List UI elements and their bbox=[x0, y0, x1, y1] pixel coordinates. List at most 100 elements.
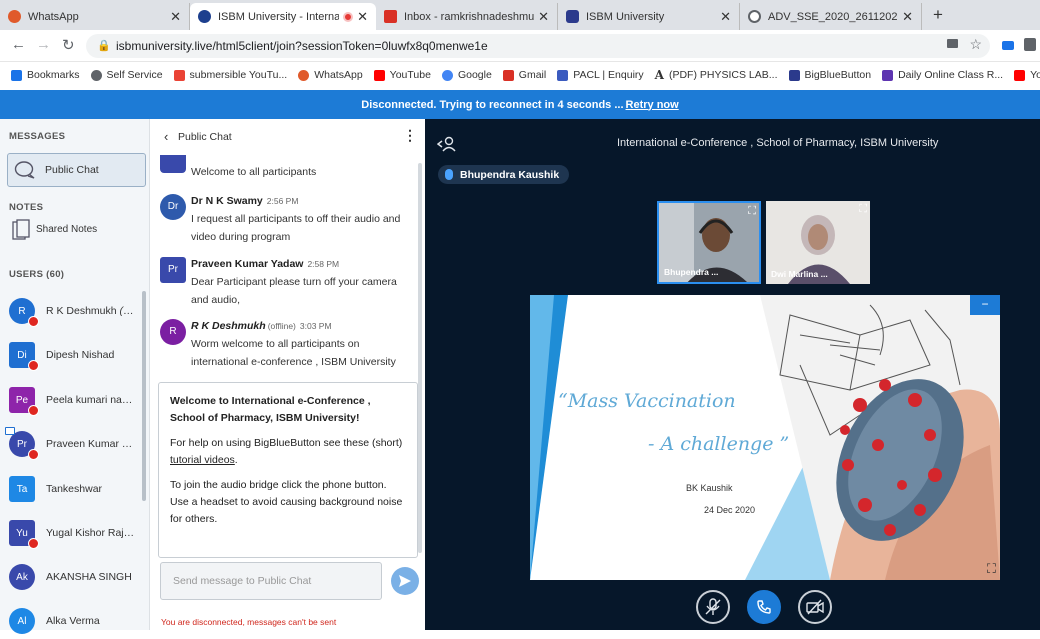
fullscreen-icon[interactable]: ⛶ bbox=[987, 561, 996, 577]
chevron-left-icon[interactable]: ‹ bbox=[164, 129, 168, 144]
close-icon[interactable]: ✕ bbox=[720, 9, 731, 25]
shared-notes-label: Shared Notes bbox=[36, 224, 98, 235]
user-name: Praveen Kumar Yad... bbox=[46, 438, 138, 450]
puzzle-icon[interactable] bbox=[1024, 38, 1036, 51]
extension-icon[interactable] bbox=[1002, 41, 1014, 50]
user-list-toggle-icon[interactable] bbox=[437, 135, 457, 153]
offline-status: (offline) bbox=[267, 321, 296, 331]
bookmark-whatsapp[interactable]: WhatsApp bbox=[298, 69, 363, 81]
leave-audio-button[interactable] bbox=[747, 590, 781, 624]
chat-scrollbar[interactable] bbox=[418, 163, 422, 553]
public-chat-button[interactable]: Public Chat bbox=[7, 153, 146, 187]
shield-icon bbox=[788, 69, 800, 81]
user-item[interactable]: R R K Deshmukh (You) bbox=[9, 293, 147, 329]
tutorial-videos-link[interactable]: tutorial videos bbox=[170, 454, 235, 466]
message-text: Dear Participant please turn off your ca… bbox=[191, 276, 397, 306]
user-name: Tankeshwar bbox=[46, 483, 103, 495]
bookmark-youtube-2[interactable]: YouT bbox=[1014, 69, 1040, 81]
user-list-panel: MESSAGES Public Chat NOTES Shared Notes … bbox=[0, 119, 150, 634]
help-text: For help on using BigBlueButton see thes… bbox=[170, 437, 403, 449]
minimize-presentation-button[interactable]: − bbox=[970, 295, 1000, 315]
muted-mic-icon bbox=[28, 449, 39, 460]
more-options-icon[interactable]: ⋮ bbox=[403, 127, 417, 144]
camera-icon[interactable] bbox=[947, 39, 958, 48]
tab-whatsapp[interactable]: WhatsApp ✕ bbox=[0, 3, 190, 30]
tab-isbm-university-conference[interactable]: ISBM University - Internat ✕ bbox=[190, 3, 376, 30]
new-tab-icon[interactable]: + bbox=[933, 5, 943, 25]
avatar: Ta bbox=[9, 476, 35, 502]
slide-title-line2: - A challenge ” bbox=[648, 433, 790, 455]
avatar: R bbox=[9, 298, 39, 327]
bookmark-label: BigBlueButton bbox=[804, 69, 872, 81]
muted-mic-icon bbox=[28, 405, 39, 416]
avatar: R bbox=[160, 319, 186, 345]
tab-gmail-inbox[interactable]: Inbox - ramkrishnadeshmukh ✕ bbox=[376, 3, 558, 30]
star-icon[interactable]: ☆ bbox=[969, 36, 982, 53]
close-icon[interactable]: ✕ bbox=[538, 9, 549, 25]
disconnected-warning: You are disconnected, messages can't be … bbox=[161, 617, 337, 627]
bookmark-daily-online-class[interactable]: Daily Online Class R... bbox=[882, 69, 1003, 81]
message-text: Worm welcome to all participants on inte… bbox=[191, 338, 396, 368]
fullscreen-icon[interactable]: ⛶ bbox=[859, 203, 867, 216]
bookmark-physics-lab[interactable]: A (PDF) PHYSICS LAB... bbox=[655, 68, 778, 82]
bookmark-label: YouTube bbox=[389, 69, 431, 81]
bookmark-label: YouT bbox=[1030, 69, 1040, 81]
messages-heading: MESSAGES bbox=[9, 131, 66, 142]
youtube-icon bbox=[373, 69, 385, 81]
bookmark-google[interactable]: Google bbox=[441, 69, 492, 81]
muted-mic-icon bbox=[28, 538, 39, 549]
user-name-text: R K Deshmukh bbox=[46, 305, 117, 317]
tab-title: WhatsApp bbox=[28, 10, 79, 23]
bookmark-bookmarks[interactable]: Bookmarks bbox=[11, 69, 80, 81]
close-icon[interactable]: ✕ bbox=[170, 9, 181, 25]
bookmark-pacl[interactable]: PACL | Enquiry bbox=[557, 69, 644, 81]
bookmark-label: WhatsApp bbox=[314, 69, 363, 81]
user-item[interactable]: Al Alka Verma bbox=[9, 603, 147, 639]
user-item[interactable]: Di Dipesh Nishad bbox=[9, 337, 147, 373]
instagram-icon bbox=[173, 69, 185, 81]
bookmark-label: (PDF) PHYSICS LAB... bbox=[668, 69, 778, 81]
back-icon[interactable]: ← bbox=[11, 36, 26, 53]
webcam-tile[interactable]: Dwi Marlina ... ⛶ bbox=[766, 201, 870, 284]
user-item[interactable]: Ta Tankeshwar bbox=[9, 471, 147, 507]
bookmark-youtube[interactable]: YouTube bbox=[373, 69, 431, 81]
user-item[interactable]: Pe Peela kumari nagw... bbox=[9, 382, 147, 418]
send-button[interactable] bbox=[391, 567, 419, 595]
tab-pdf[interactable]: ADV_SSE_2020_26112020.pdf ✕ bbox=[740, 3, 922, 30]
user-item[interactable]: Pr Praveen Kumar Yad... bbox=[5, 426, 147, 462]
user-item[interactable]: Yu Yugal Kishor Rajput bbox=[9, 515, 147, 551]
message-text: Welcome to all participants bbox=[191, 166, 317, 178]
chat-message-input[interactable]: Send message to Public Chat bbox=[160, 562, 382, 600]
forward-icon[interactable]: → bbox=[36, 36, 51, 53]
user-item[interactable]: Ak AKANSHA SINGH bbox=[9, 559, 147, 595]
reload-icon[interactable]: ↻ bbox=[62, 36, 75, 54]
retry-now-link[interactable]: Retry now bbox=[626, 99, 679, 111]
bookmark-bigbluebutton[interactable]: BigBlueButton bbox=[788, 69, 872, 81]
bookmark-gmail[interactable]: Gmail bbox=[502, 69, 547, 81]
unmute-button[interactable] bbox=[696, 590, 730, 624]
avatar-initials: Ak bbox=[16, 571, 28, 583]
bookmark-self-service[interactable]: Self Service bbox=[90, 69, 163, 81]
tab-isbm-university[interactable]: ISBM University ✕ bbox=[558, 3, 740, 30]
avatar-initials: Pr bbox=[17, 438, 27, 450]
welcome-message: Welcome to International e-Conference , … bbox=[158, 382, 418, 558]
close-icon[interactable]: ✕ bbox=[357, 9, 368, 25]
talker-name: Bhupendra Kaushik bbox=[460, 168, 560, 181]
share-webcam-button[interactable] bbox=[798, 590, 832, 624]
avatar: Pr bbox=[5, 427, 39, 460]
google-icon bbox=[441, 69, 453, 81]
notes-heading: NOTES bbox=[9, 202, 44, 213]
fullscreen-icon[interactable]: ⛶ bbox=[748, 205, 756, 218]
bookmark-label: Gmail bbox=[518, 69, 547, 81]
gmail-icon bbox=[384, 10, 397, 23]
user-list-scrollbar[interactable] bbox=[142, 291, 146, 501]
tab-title: Inbox - ramkrishnadeshmukh bbox=[404, 10, 535, 23]
avatar-initials: R bbox=[169, 326, 177, 337]
url-text: isbmuniversity.live/html5client/join?ses… bbox=[116, 39, 488, 53]
webcam-tile[interactable]: Bhupendra ... ⛶ bbox=[657, 201, 761, 284]
url-field[interactable]: 🔒 isbmuniversity.live/html5client/join?s… bbox=[86, 34, 990, 58]
tab-title: ISBM University - Internat bbox=[218, 10, 340, 23]
recording-icon bbox=[343, 11, 354, 22]
close-icon[interactable]: ✕ bbox=[902, 9, 913, 25]
bookmark-submersible[interactable]: submersible YouTu... bbox=[173, 69, 287, 81]
